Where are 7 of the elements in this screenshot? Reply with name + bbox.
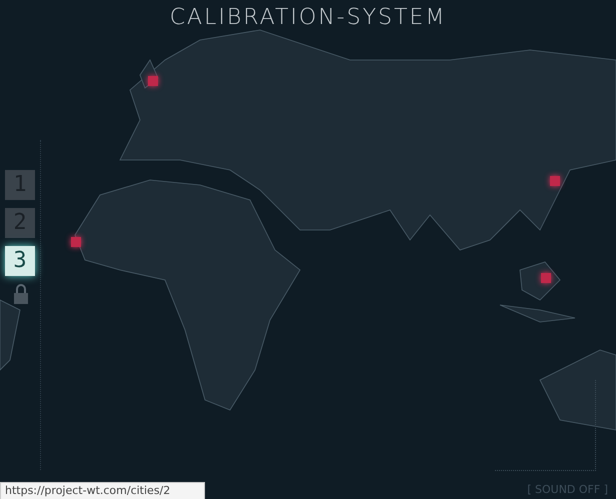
city-marker[interactable] — [148, 76, 158, 86]
status-url: https://project-wt.com/cities/2 — [0, 482, 205, 499]
page-title: CALIBRATION-SYSTEM — [170, 5, 446, 30]
city-marker[interactable] — [550, 176, 560, 186]
level-button[interactable]: 3 — [5, 246, 35, 276]
city-marker[interactable] — [71, 237, 81, 247]
city-marker[interactable] — [541, 273, 551, 283]
